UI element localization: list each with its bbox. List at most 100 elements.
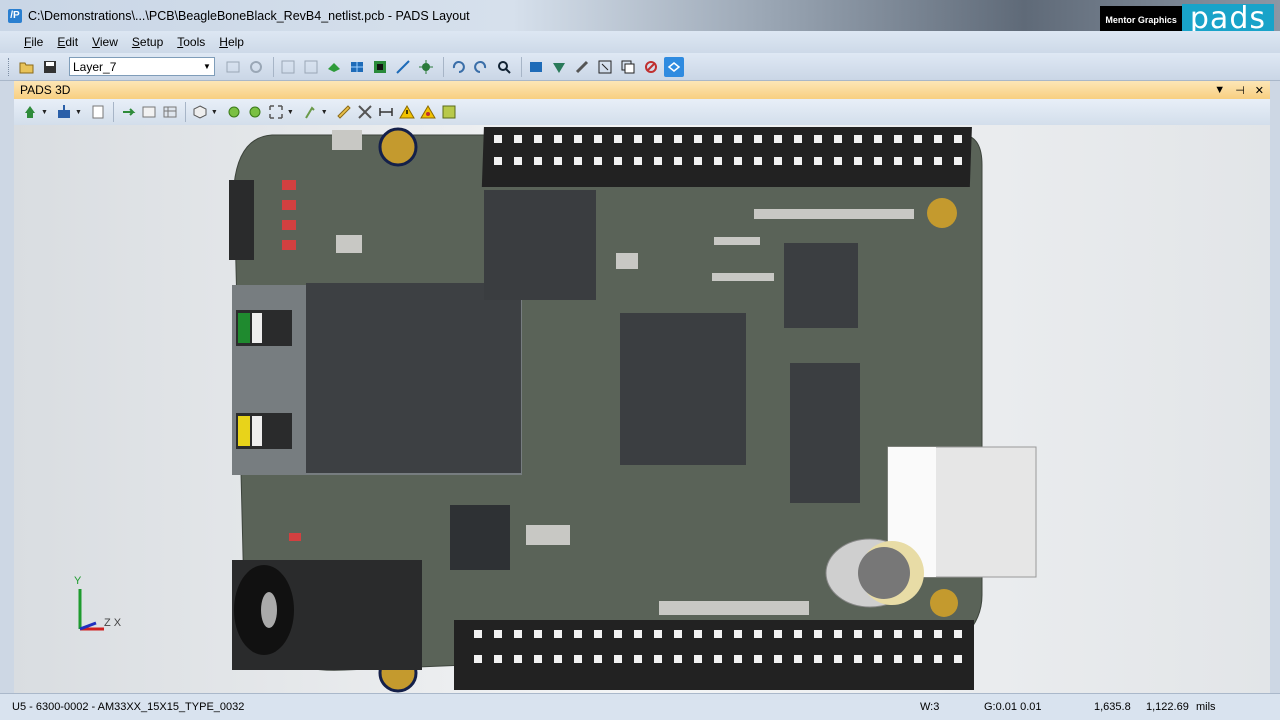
menu-file[interactable]: File xyxy=(24,35,43,49)
pin-icon[interactable]: ⊣ xyxy=(1235,84,1245,97)
menu-tools[interactable]: Tools xyxy=(177,35,205,49)
component-icon[interactable] xyxy=(439,102,459,122)
menu-setup-accel: S xyxy=(131,35,140,49)
menu-edit[interactable]: Edit xyxy=(57,35,78,49)
chip-am335x xyxy=(620,313,746,465)
chip-emmc xyxy=(484,190,596,300)
properties-icon[interactable] xyxy=(223,57,243,77)
axis-x-label: Z X xyxy=(104,617,122,629)
rotate-left-icon[interactable] xyxy=(224,102,244,122)
layer-select[interactable]: Layer_7 ▼ xyxy=(69,57,215,76)
mentor-graphics-logo: Mentor Graphics xyxy=(1100,6,1182,34)
axis-triad: Y Z X xyxy=(74,575,134,635)
chevron-down-icon[interactable]: ▼ xyxy=(75,109,82,116)
status-units: mils xyxy=(1196,701,1216,713)
ethernet-led-green xyxy=(238,313,250,343)
drc-icon[interactable] xyxy=(641,57,661,77)
chip-ddr2 xyxy=(790,363,860,503)
refresh-icon[interactable] xyxy=(246,57,266,77)
pads3d-viewport[interactable]: Y Z X xyxy=(14,125,1270,693)
chevron-down-icon[interactable]: ▼ xyxy=(287,109,294,116)
rotate-right-icon[interactable] xyxy=(245,102,265,122)
toolbar-separator xyxy=(521,56,522,77)
menu-help-accel: H xyxy=(219,35,228,49)
pads3d-icon[interactable] xyxy=(664,56,684,77)
refresh-3d-icon[interactable] xyxy=(118,102,138,122)
light-icon[interactable] xyxy=(300,102,320,122)
mount-hole xyxy=(930,589,958,617)
export-icon[interactable] xyxy=(54,102,74,122)
clearance-icon[interactable] xyxy=(355,102,375,122)
title-bar: /P C:\Demonstrations\...\PCB\BeagleBoneB… xyxy=(0,0,1280,36)
measure-icon[interactable] xyxy=(334,102,354,122)
copy-icon[interactable] xyxy=(618,57,638,77)
ethernet-led-yellow xyxy=(238,416,250,446)
warning-icon[interactable] xyxy=(397,102,417,122)
pcb-3d-model[interactable] xyxy=(14,125,1270,693)
board-icon[interactable] xyxy=(370,57,390,77)
toolbar-separator xyxy=(273,56,274,77)
menu-setup[interactable]: Setup xyxy=(132,35,163,49)
grid-icon[interactable] xyxy=(347,57,367,77)
menu-bar: File Edit View Setup Tools Help xyxy=(0,31,1280,53)
right-edge xyxy=(1270,81,1280,693)
chevron-down-icon[interactable]: ▼ xyxy=(200,58,214,75)
route-icon[interactable] xyxy=(324,57,344,77)
fit-icon[interactable] xyxy=(266,102,286,122)
axis-y-label: Y xyxy=(74,575,82,587)
cube-icon[interactable] xyxy=(190,102,210,122)
library-icon[interactable] xyxy=(139,102,159,122)
print-icon[interactable] xyxy=(88,102,108,122)
menu-help[interactable]: Help xyxy=(219,35,244,49)
spark-icon[interactable] xyxy=(416,57,436,77)
chip-pmic xyxy=(450,505,510,570)
design-icon[interactable] xyxy=(549,57,569,77)
undo-icon[interactable] xyxy=(448,57,468,77)
redo-icon[interactable] xyxy=(471,57,491,77)
dimension-icon[interactable] xyxy=(376,102,396,122)
chevron-down-icon[interactable]: ▼ xyxy=(211,109,218,116)
wire-icon[interactable] xyxy=(393,57,413,77)
window-title: C:\Demonstrations\...\PCB\BeagleBoneBlac… xyxy=(28,8,470,23)
view-icon[interactable] xyxy=(526,57,546,77)
menu-view-label: iew xyxy=(99,35,118,49)
close-icon[interactable]: ✕ xyxy=(1255,84,1264,97)
status-x: 1,635.8 xyxy=(1094,701,1131,713)
toolbar-separator xyxy=(443,56,444,77)
status-grid: G:0.01 0.01 xyxy=(984,701,1042,713)
pads3d-toolbar: ▼ ▼ ▼ ▼ ▼ xyxy=(14,99,1270,125)
status-bar: U5 - 6300-0002 - AM33XX_15X15_TYPE_0032 … xyxy=(0,693,1280,720)
collision-icon[interactable] xyxy=(418,102,438,122)
main-toolbar: Layer_7 ▼ xyxy=(0,53,1280,81)
toolbar-separator xyxy=(112,102,114,122)
layer-select-value: Layer_7 xyxy=(73,59,117,74)
menu-file-label: ile xyxy=(31,35,44,49)
select-icon[interactable] xyxy=(595,57,615,77)
tool-icon[interactable] xyxy=(572,57,592,77)
panel-title: PADS 3D xyxy=(20,83,71,97)
pads-app-icon[interactable]: /P xyxy=(8,8,22,23)
orbit-icon[interactable] xyxy=(20,102,40,122)
menu-help-label: elp xyxy=(227,35,244,49)
toolbar-grip[interactable] xyxy=(8,57,11,76)
mini-usb xyxy=(229,180,254,260)
save-icon[interactable] xyxy=(40,57,60,77)
menu-view-accel: V xyxy=(92,35,100,49)
mount-hole xyxy=(927,198,957,228)
dropdown-icon[interactable]: ▼ xyxy=(1214,84,1225,96)
panel-controls: ▼ ⊣ ✕ xyxy=(1214,81,1264,99)
search-icon[interactable] xyxy=(494,57,514,77)
open-icon[interactable] xyxy=(17,57,37,77)
toolbar-separator xyxy=(184,102,186,122)
left-edge xyxy=(0,81,14,693)
zoom-in-icon[interactable] xyxy=(278,57,298,77)
chevron-down-icon[interactable]: ▼ xyxy=(41,109,48,116)
status-width: W:3 xyxy=(920,701,940,713)
table-icon[interactable] xyxy=(160,102,180,122)
chevron-down-icon[interactable]: ▼ xyxy=(321,109,328,116)
zoom-out-icon[interactable] xyxy=(301,57,321,77)
menu-setup-label: etup xyxy=(139,35,164,49)
menu-view[interactable]: View xyxy=(92,35,118,49)
menu-edit-label: dit xyxy=(65,35,79,49)
menu-tools-label: ools xyxy=(183,35,206,49)
